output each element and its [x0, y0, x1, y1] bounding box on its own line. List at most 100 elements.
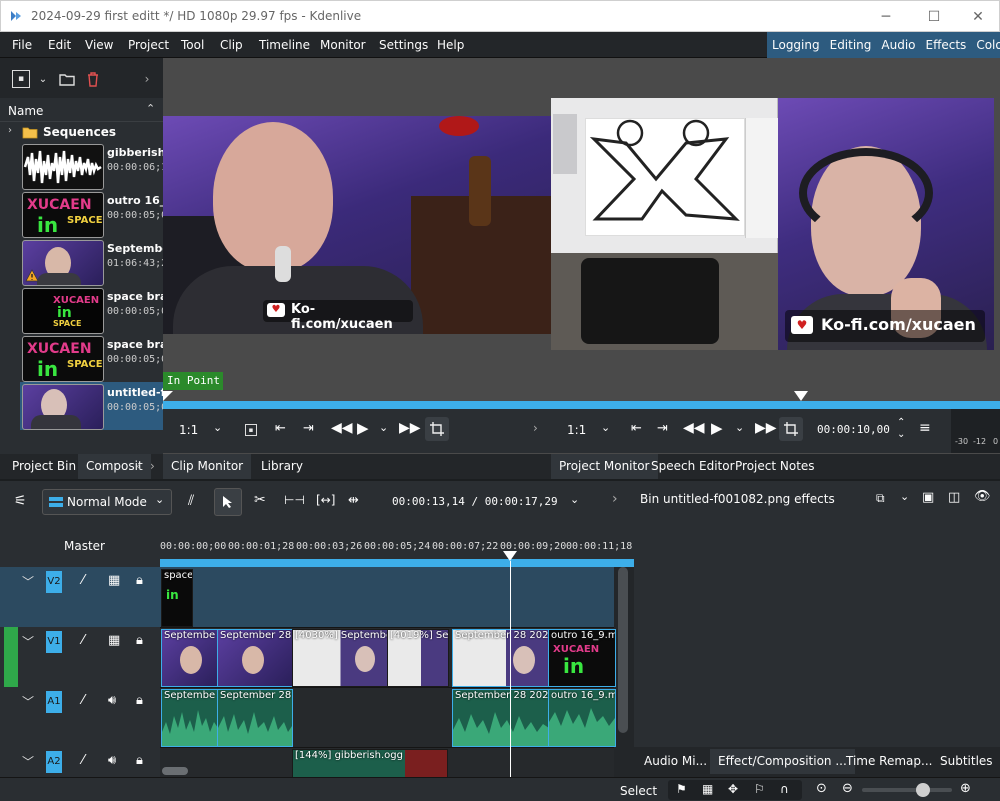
zone-bar[interactable]	[160, 559, 634, 567]
clip-v1-september-2[interactable]: September 28	[217, 629, 293, 687]
set-in-point-icon[interactable]: ⇤	[275, 421, 286, 436]
track-header-v1[interactable]: ﹀ V1 ⁄ ▦ 🔒︎	[0, 627, 160, 688]
crop-icon[interactable]	[425, 417, 449, 441]
chevron-down-icon[interactable]: ⌄	[570, 493, 579, 506]
fit-frame-icon[interactable]: ▪	[245, 424, 257, 436]
play-icon[interactable]: ▶	[711, 419, 723, 437]
maximize-button[interactable]: ☐	[911, 1, 957, 33]
folder-icon[interactable]	[58, 70, 76, 88]
effects-wand-icon[interactable]: ⁄	[82, 693, 84, 708]
expand-arrow-icon[interactable]: ›	[8, 125, 12, 136]
bin-item-outro[interactable]: XUCAEN in SPACE outro 16_9 00:00:05;09	[20, 190, 173, 238]
bin-item-september[interactable]: September 01:06:43;21	[20, 238, 175, 286]
menu-edit[interactable]: Edit	[48, 38, 71, 52]
timeline-vertical-scrollbar[interactable]	[618, 567, 628, 733]
timecode-up-icon[interactable]: ⌃	[897, 417, 905, 428]
magnet-icon[interactable]: ∩	[780, 782, 789, 796]
fast-forward-icon[interactable]: ▶▶	[755, 420, 777, 436]
lock-icon[interactable]: 🔒︎	[136, 753, 143, 768]
timeline-timecode[interactable]: 00:00:13,14 / 00:00:17,29	[392, 495, 558, 508]
tab-time-remap[interactable]: Time Remap...	[838, 749, 940, 774]
clip-a2-gibberish[interactable]: [144%] gibberish.ogg	[292, 749, 448, 779]
zoom-slider-handle[interactable]	[916, 783, 930, 797]
sequences-folder[interactable]: › Sequences	[0, 122, 163, 142]
menu-help[interactable]: Help	[437, 38, 464, 52]
tab-project-monitor[interactable]: Project Monitor	[551, 454, 658, 479]
track-settings-icon[interactable]: ⚟	[14, 493, 27, 509]
tag-icon[interactable]: ⚑	[676, 782, 687, 796]
menu-view[interactable]: View	[85, 38, 113, 52]
chevron-down-icon[interactable]: ⌄	[213, 421, 222, 434]
collapse-track-icon[interactable]: ﹀	[22, 753, 34, 770]
tab-effect-composition[interactable]: Effect/Composition ...	[710, 749, 855, 774]
eye-icon[interactable]: 👁︎	[974, 489, 991, 504]
zoom-slider[interactable]	[862, 788, 952, 792]
rewind-icon[interactable]: ◀◀	[683, 420, 705, 436]
more-chevron-icon[interactable]: ›	[612, 491, 618, 507]
minimize-button[interactable]: ─	[863, 1, 909, 33]
tab-scroll-right-icon[interactable]: ›	[150, 459, 155, 473]
timecode-down-icon[interactable]: ⌄	[897, 429, 905, 440]
rewind-icon[interactable]: ◀◀	[331, 420, 353, 436]
set-out-point-icon[interactable]: ⇥	[657, 421, 668, 436]
playhead-marker-icon[interactable]	[794, 391, 808, 401]
set-out-point-icon[interactable]: ⇥	[303, 421, 314, 436]
timeline-horizontal-scrollbar[interactable]	[162, 767, 188, 775]
effects-wand-icon[interactable]: ⁄	[82, 753, 84, 768]
lock-icon[interactable]: 🔒︎	[136, 633, 143, 648]
razor-tool-icon[interactable]: ✂	[254, 492, 266, 508]
chevron-down-icon[interactable]: ⌄	[36, 70, 50, 88]
clip-monitor-video[interactable]: ♥ Ko-fi.com/xucaen	[163, 116, 551, 334]
menu-icon[interactable]: ≡	[919, 420, 931, 436]
playhead-marker-icon[interactable]	[503, 551, 517, 561]
timeline-ruler[interactable]: 00:00:00;00 00:00:01;28 00:00:03;26 00:0…	[160, 523, 634, 567]
clip-v1-september-speed-4030[interactable]: [4030%] Septembe	[292, 629, 389, 687]
clip-v1-september-1[interactable]: Septembe	[161, 629, 219, 687]
project-monitor-video[interactable]: ♥ Ko-fi.com/xucaen	[551, 98, 994, 350]
save-stack-icon[interactable]: ▣	[922, 490, 934, 505]
clip-a1-september-1[interactable]: Septembe	[161, 689, 219, 747]
clip-monitor-ruler[interactable]	[163, 401, 551, 409]
trash-icon[interactable]	[84, 70, 102, 88]
collapse-track-icon[interactable]: ﹀	[22, 633, 34, 650]
bin-item-space-brain-1[interactable]: XUCAEN in SPACE space brair 00:00:05;00	[20, 286, 177, 334]
film-strip-icon[interactable]: ▦	[108, 573, 120, 588]
zoom-out-icon[interactable]: ⊖	[842, 781, 853, 796]
workspace-logging[interactable]: Logging	[772, 38, 820, 52]
lock-icon[interactable]: 🔒︎	[136, 573, 143, 588]
clip-v1-outro[interactable]: XUCAEN in outro 16_9.m	[548, 629, 616, 687]
tab-audio-mixer[interactable]: Audio Mi...	[636, 749, 715, 774]
tab-library[interactable]: Library	[253, 454, 311, 479]
track-name-v1[interactable]: V1	[46, 631, 62, 653]
master-header[interactable]: Master	[0, 523, 160, 567]
sort-up-icon[interactable]: ⌃	[146, 102, 155, 115]
menu-settings[interactable]: Settings	[379, 38, 428, 52]
workspace-editing[interactable]: Editing	[830, 38, 872, 52]
tab-project-notes[interactable]: Project Notes	[727, 454, 823, 479]
tab-subtitles[interactable]: Subtitles	[932, 749, 1000, 774]
menu-tool[interactable]: Tool	[181, 38, 204, 52]
chevron-down-icon[interactable]: ⌄	[735, 421, 744, 434]
snap-icon[interactable]: ✥	[728, 782, 738, 796]
speaker-icon[interactable]: 🔊︎	[108, 693, 116, 708]
workspace-audio[interactable]: Audio	[881, 38, 915, 52]
crop-icon[interactable]	[779, 417, 803, 441]
speaker-icon[interactable]: 🔊︎	[108, 753, 116, 768]
ripple-tool-icon[interactable]: [↔]	[316, 493, 335, 507]
collapse-track-icon[interactable]: ﹀	[22, 573, 34, 590]
track-name-a1[interactable]: A1	[46, 691, 62, 713]
workspace-color[interactable]: Color	[976, 38, 1000, 52]
menu-timeline[interactable]: Timeline	[259, 38, 310, 52]
chevron-down-icon[interactable]: ⌄	[601, 421, 610, 434]
close-button[interactable]: ✕	[955, 1, 1000, 33]
clip-a1-september-2[interactable]: September 28	[217, 689, 293, 747]
lock-icon[interactable]: 🔒︎	[136, 693, 143, 708]
play-icon[interactable]: ▶	[357, 419, 369, 437]
film-strip-icon[interactable]: ▦	[108, 633, 120, 648]
zoom-in-icon[interactable]: ⊕	[960, 781, 971, 796]
clip-a1-outro[interactable]: outro 16_9.m	[548, 689, 616, 747]
slip-tool-icon[interactable]: ⇹	[348, 493, 359, 508]
split-compare-icon[interactable]: ◫	[948, 490, 960, 505]
edit-mode-select[interactable]: Normal Mode ⌄	[42, 489, 172, 515]
track-name-a2[interactable]: A2	[46, 751, 62, 773]
